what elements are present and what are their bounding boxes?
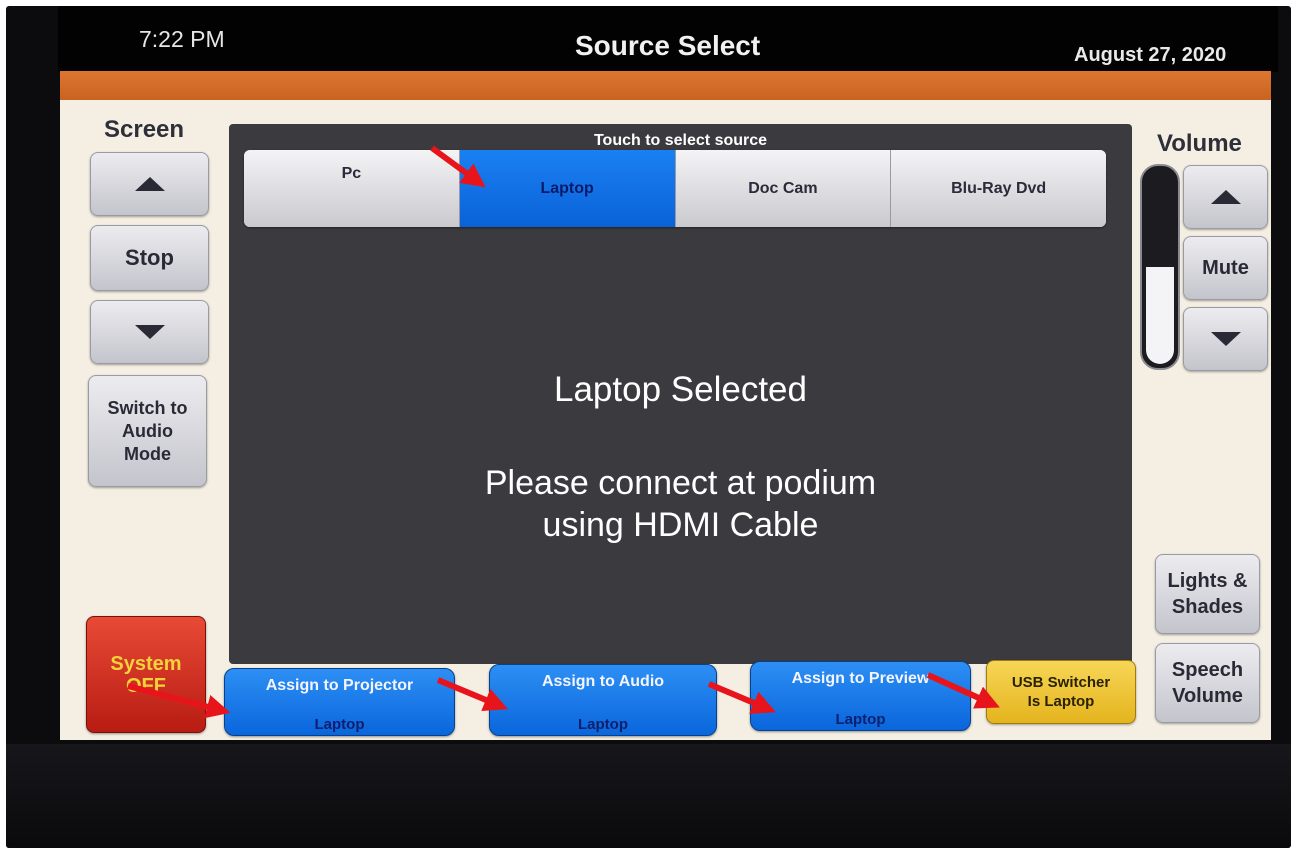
screen-stop-button[interactable]: Stop [90, 225, 209, 291]
volume-down-button[interactable] [1183, 307, 1268, 371]
arrow-up-icon [1210, 190, 1241, 204]
tab-laptop-label: Laptop [540, 179, 594, 197]
assign-audio-title: Assign to Audio [541, 673, 665, 690]
screen-down-button[interactable] [90, 300, 209, 364]
assign-projector-value: Laptop [314, 716, 365, 733]
bezel-bottom [6, 744, 1291, 848]
usb-switcher-button[interactable]: USB Switcher Is Laptop [986, 660, 1136, 724]
switch-audio-line-3: Mode [124, 443, 171, 464]
volume-label: Volume [1157, 130, 1242, 157]
accent-bar [60, 71, 1271, 101]
arrow-down-icon [134, 325, 165, 339]
system-off-line-2: OFF [126, 675, 166, 697]
screen-up-button[interactable] [90, 152, 209, 216]
switch-audio-line-1: Switch to [107, 397, 188, 418]
assign-projector-button[interactable]: Assign to Projector Laptop [224, 668, 455, 736]
assign-preview-title: Assign to Preview [791, 670, 930, 687]
source-tab-bar: Pc Laptop Doc Cam Blu-Ray Dvd [244, 150, 1106, 227]
lights-line-2: Shades [1171, 596, 1244, 618]
tab-laptop[interactable]: Laptop [459, 150, 676, 227]
assign-projector-title: Assign to Projector [265, 677, 414, 694]
volume-slider[interactable] [1140, 164, 1180, 370]
speech-line-2: Volume [1172, 685, 1243, 707]
instruction-line-1: Please connect at podium [484, 464, 877, 502]
tab-blu-ray-dvd[interactable]: Blu-Ray Dvd [891, 150, 1106, 227]
assign-audio-value: Laptop [578, 716, 628, 733]
page-title: Source Select [575, 30, 761, 61]
mute-button[interactable]: Mute [1183, 236, 1268, 300]
status-message: Laptop Selected [554, 370, 807, 409]
system-off-button[interactable]: System OFF [86, 616, 206, 733]
system-off-line-1: System [110, 653, 182, 675]
assign-preview-button[interactable]: Assign to Preview Laptop [750, 661, 971, 731]
mute-label: Mute [1202, 256, 1249, 279]
tab-pc[interactable]: Pc [244, 150, 460, 227]
tab-doc-cam[interactable]: Doc Cam [675, 150, 892, 227]
usb-line-2: Is Laptop [1027, 693, 1095, 710]
switch-audio-mode-button[interactable]: Switch to Audio Mode [88, 375, 207, 487]
usb-line-1: USB Switcher [1011, 674, 1111, 691]
clock-time: 7:22 PM [139, 26, 225, 52]
arrow-up-icon [134, 177, 165, 191]
tab-doc-cam-label: Doc Cam [748, 179, 818, 197]
source-prompt: Touch to select source [593, 132, 768, 149]
arrow-down-icon [1210, 332, 1241, 346]
lights-shades-button[interactable]: Lights & Shades [1155, 554, 1260, 634]
assign-audio-button[interactable]: Assign to Audio Laptop [489, 664, 717, 736]
lights-line-1: Lights & [1167, 570, 1248, 592]
screen-label: Screen [104, 116, 185, 143]
date-display: August 27, 2020 [1074, 44, 1227, 66]
stop-label: Stop [125, 245, 174, 270]
instruction-message: Please connect at podium using HDMI Cabl… [229, 462, 1132, 546]
assign-preview-value: Laptop [835, 711, 886, 728]
top-bar: 7:22 PM Source Select August 27, 2020 [58, 6, 1278, 72]
tab-blu-ray-label: Blu-Ray Dvd [951, 179, 1047, 197]
volume-up-button[interactable] [1183, 165, 1268, 229]
switch-audio-line-2: Audio [122, 420, 173, 441]
tab-pc-label: Pc [341, 164, 362, 182]
instruction-line-2: using HDMI Cable [542, 506, 819, 544]
speech-line-1: Speech [1171, 659, 1244, 681]
volume-level [1146, 267, 1174, 364]
speech-volume-button[interactable]: Speech Volume [1155, 643, 1260, 723]
